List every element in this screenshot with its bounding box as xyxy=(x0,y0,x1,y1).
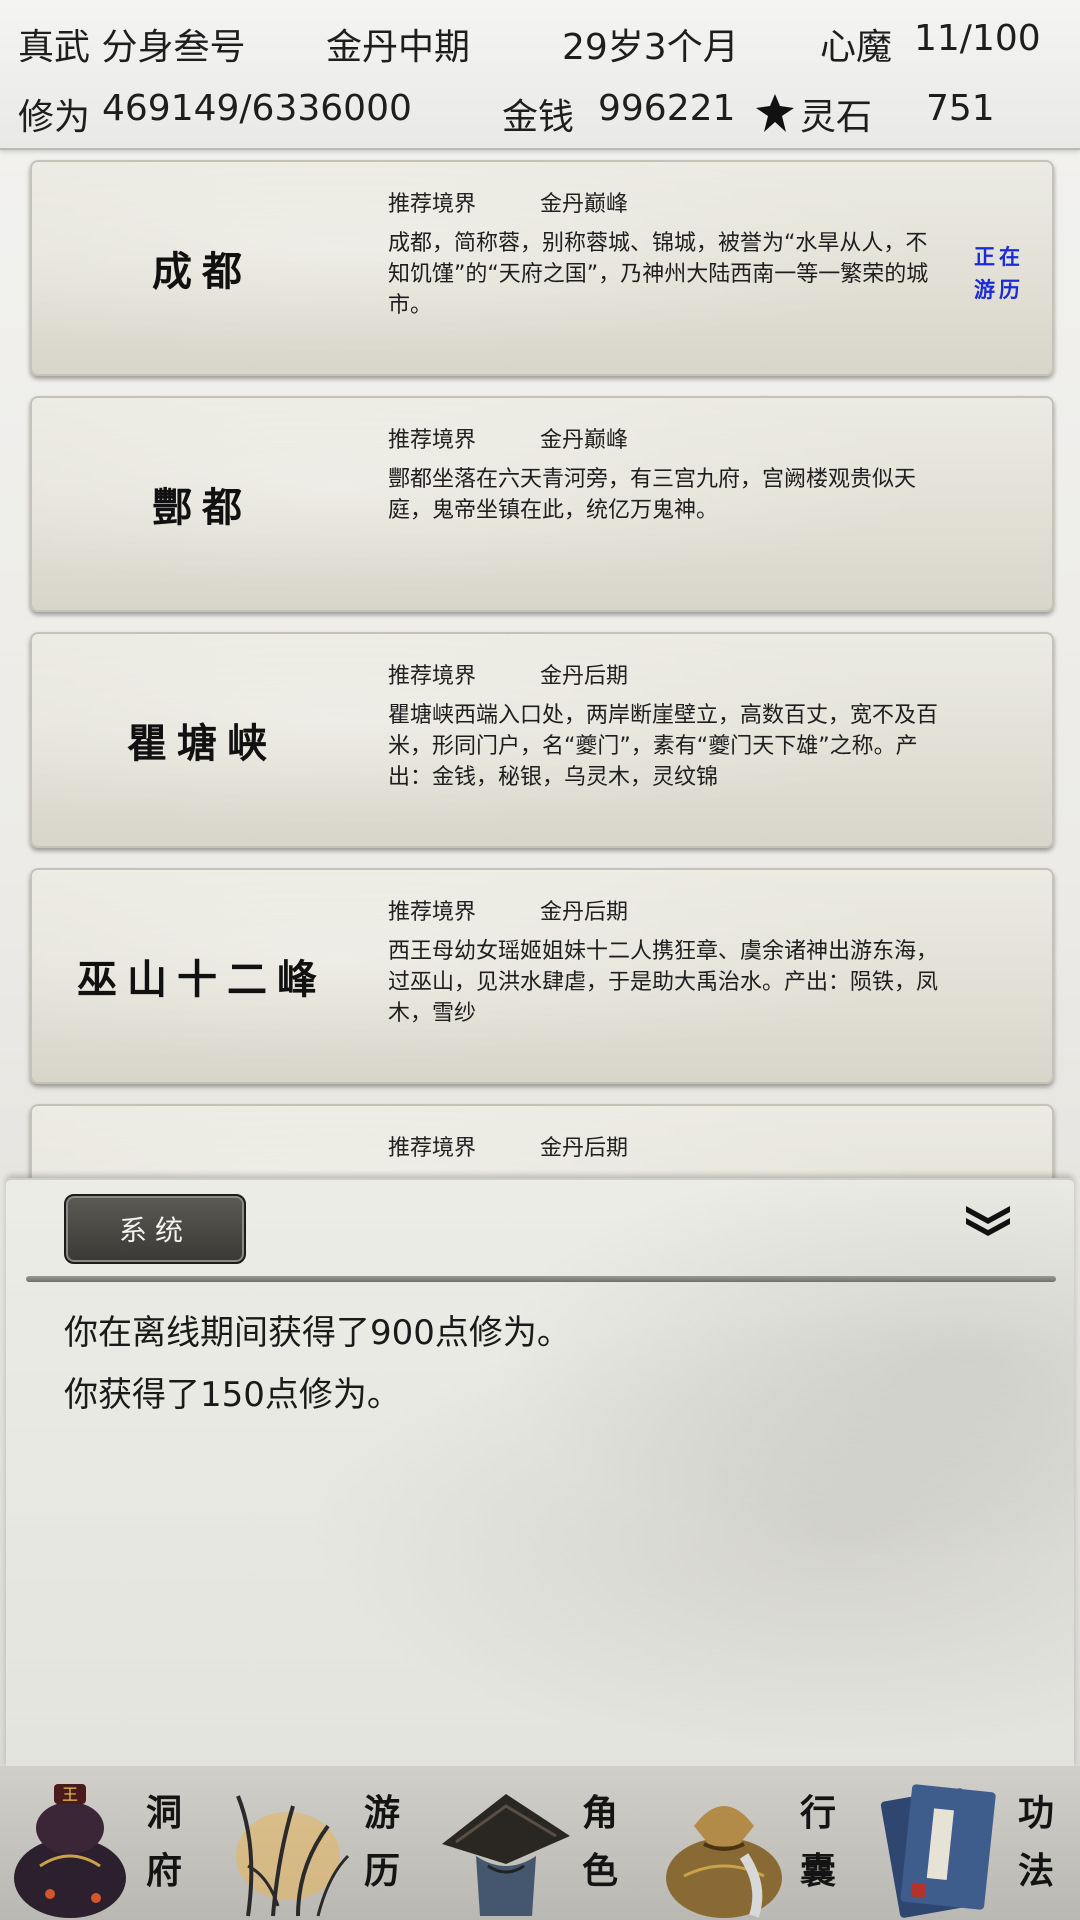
nav-travel[interactable]: 游 历 xyxy=(218,1766,438,1920)
area-card-qutangxia[interactable]: 瞿塘峡 推荐境界 金丹后期 瞿塘峡西端入口处，两岸断崖壁立，高数百丈，宽不及百米，… xyxy=(30,632,1054,848)
nav-label: 角 色 xyxy=(576,1784,624,1900)
area-recommended-realm: 推荐境界 金丹后期 xyxy=(388,658,628,690)
realm-value: 金丹后期 xyxy=(540,900,629,925)
spirit-stone-icon xyxy=(756,94,794,132)
inner-demon-value: 11/100 xyxy=(914,18,1041,59)
realm-value: 金丹后期 xyxy=(540,664,629,689)
area-card-wushan[interactable]: 巫山十二峰 推荐境界 金丹后期 西王母幼女瑶姬姐妹十二人携狂章、虞余诸神出游东海，… xyxy=(30,868,1054,1084)
spirit-stone-value: 751 xyxy=(926,88,995,129)
realm-level: 金丹中期 xyxy=(326,27,471,68)
nav-label-char: 游 xyxy=(363,1792,400,1834)
svg-text:王: 王 xyxy=(62,1785,78,1804)
status-line: 正在 xyxy=(974,244,1024,269)
area-description: 瞿塘峡西端入口处，两岸断崖壁立，高数百丈，宽不及百米，形同门户，名“夔门”，素有… xyxy=(388,703,939,790)
tab-system[interactable]: 系统 xyxy=(64,1194,246,1264)
area-name: 巫山十二峰 xyxy=(77,956,327,1003)
traveling-status-badge: 正在 游历 xyxy=(964,240,1034,306)
realm-value: 金丹后期 xyxy=(540,1136,629,1161)
realm-value: 金丹巅峰 xyxy=(540,428,629,453)
cave-gourd-icon: 王 xyxy=(14,1784,126,1918)
area-description: 成都，简称蓉，别称蓉城、锦城，被誉为“水旱从人，不知饥馑”的“天府之国”，乃神州… xyxy=(388,231,929,318)
area-card-fengdu[interactable]: 酆都 推荐境界 金丹巅峰 酆都坐落在六天青河旁，有三宫九府，宫阙楼观贵似天庭，鬼帝… xyxy=(30,396,1054,612)
realm-label: 推荐境界 xyxy=(388,1136,477,1161)
area-card-chengdu[interactable]: 成都 推荐境界 金丹巅峰 成都，简称蓉，别称蓉城、锦城，被誉为“水旱从人，不知饥馑… xyxy=(30,160,1054,376)
cultivation-label: 修为 xyxy=(18,97,91,138)
cultivation-value: 469149/6336000 xyxy=(102,88,412,129)
nav-label: 游 历 xyxy=(358,1784,406,1900)
area-name xyxy=(32,1106,372,1180)
nav-label-char: 行 xyxy=(799,1792,836,1834)
nav-label-char: 功 xyxy=(1017,1792,1054,1834)
nav-character[interactable]: 角 色 xyxy=(436,1766,656,1920)
inner-demon-label: 心魔 xyxy=(820,27,893,68)
area-recommended-realm: 推荐境界 金丹后期 xyxy=(388,894,628,926)
message-list: 你在离线期间获得了900点修为。 你获得了150点修为。 xyxy=(64,1302,1024,1426)
area-name: 瞿塘峡 xyxy=(127,720,277,767)
divider xyxy=(26,1276,1056,1282)
collapse-chevron-icon[interactable] xyxy=(962,1202,1014,1238)
money-label: 金钱 xyxy=(502,97,575,138)
area-recommended-realm: 推荐境界 金丹巅峰 xyxy=(388,186,628,218)
status-bar: 真武 分身叁号 金丹中期 29岁3个月 心魔 11/100 修为 469149/… xyxy=(0,0,1080,150)
nav-label-char: 囊 xyxy=(799,1850,836,1892)
bottom-nav: 王 洞 府 游 历 角 色 行 囊 功 法 xyxy=(0,1766,1080,1920)
realm-label: 推荐境界 xyxy=(388,664,477,689)
nav-technique[interactable]: 功 法 xyxy=(872,1766,1080,1920)
realm-value: 金丹巅峰 xyxy=(540,192,629,217)
nav-label-char: 历 xyxy=(363,1850,400,1892)
nav-label-char: 府 xyxy=(145,1850,182,1892)
nav-label: 洞 府 xyxy=(140,1784,188,1900)
travel-grass-icon xyxy=(236,1795,350,1917)
spirit-stone-label: 灵石 xyxy=(800,97,873,138)
nav-label-char: 角 xyxy=(581,1792,618,1834)
area-card-partial[interactable]: 推荐境界 金丹后期 xyxy=(30,1104,1054,1180)
age: 29岁3个月 xyxy=(562,27,739,68)
character-name: 真武 分身叁号 xyxy=(18,27,246,68)
message-line: 你在离线期间获得了900点修为。 xyxy=(64,1313,571,1353)
realm-label: 推荐境界 xyxy=(388,428,477,453)
realm-label: 推荐境界 xyxy=(388,192,477,217)
nav-cave[interactable]: 王 洞 府 xyxy=(0,1766,220,1920)
message-line: 你获得了150点修为。 xyxy=(64,1375,401,1415)
area-recommended-realm: 推荐境界 金丹巅峰 xyxy=(388,422,628,454)
nav-label-char: 色 xyxy=(581,1850,618,1892)
money-value: 996221 xyxy=(598,88,736,129)
nav-label: 行 囊 xyxy=(794,1784,842,1900)
nav-bag[interactable]: 行 囊 xyxy=(654,1766,874,1920)
area-name: 成都 xyxy=(152,248,252,295)
character-hat-icon xyxy=(442,1794,570,1916)
technique-book-icon xyxy=(880,1784,996,1918)
nav-label-char: 法 xyxy=(1017,1850,1054,1892)
area-list[interactable]: 成都 推荐境界 金丹巅峰 成都，简称蓉，别称蓉城、锦城，被誉为“水旱从人，不知饥馑… xyxy=(0,150,1080,1180)
area-description: 西王母幼女瑶姬姐妹十二人携狂章、虞余诸神出游东海，过巫山，见洪水肆虐，于是助大禹… xyxy=(388,939,939,1026)
nav-label-char: 洞 xyxy=(145,1792,182,1834)
status-line: 游历 xyxy=(974,277,1024,302)
message-panel: 系统 你在离线期间获得了900点修为。 你获得了150点修为。 xyxy=(6,1178,1074,1768)
area-name: 酆都 xyxy=(152,484,252,531)
area-description: 酆都坐落在六天青河旁，有三宫九府，宫阙楼观贵似天庭，鬼帝坐镇在此，统亿万鬼神。 xyxy=(388,467,917,523)
nav-label: 功 法 xyxy=(1012,1784,1060,1900)
area-recommended-realm: 推荐境界 金丹后期 xyxy=(388,1130,628,1162)
realm-label: 推荐境界 xyxy=(388,900,477,925)
bag-icon xyxy=(666,1806,782,1918)
